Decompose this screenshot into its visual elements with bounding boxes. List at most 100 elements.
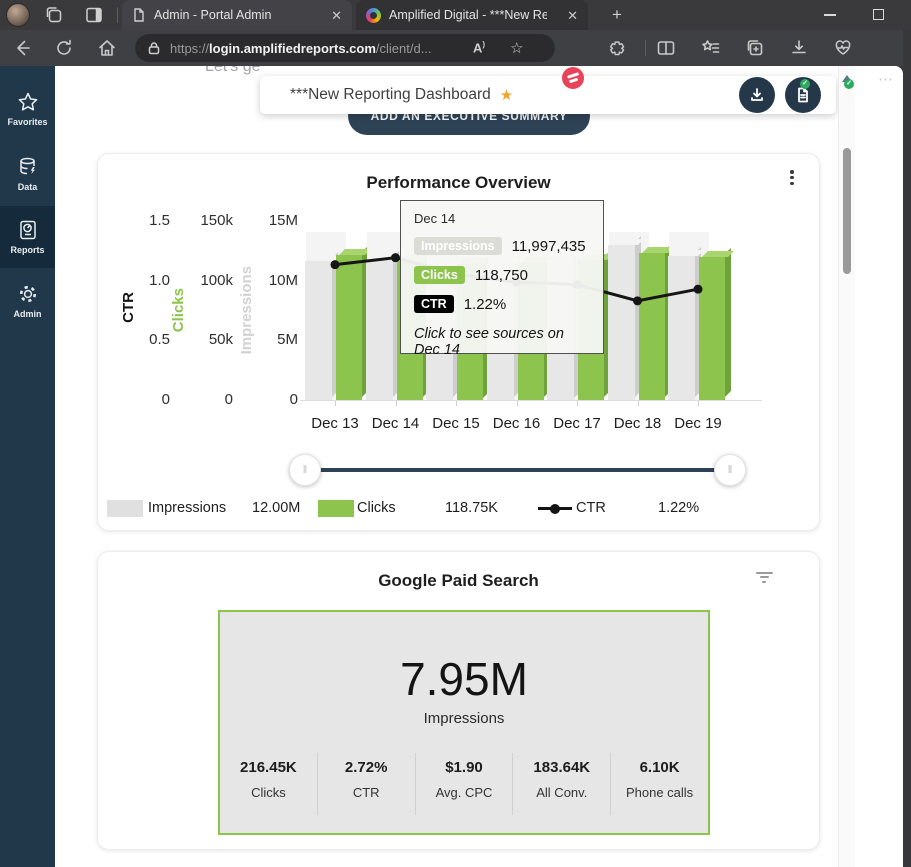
axis-tick: 0 [110, 391, 170, 409]
page-scrollbar-thumb[interactable] [843, 148, 851, 274]
ctr-legend-symbol[interactable] [538, 507, 572, 510]
dashboard-title: ***New Reporting Dashboard [290, 86, 491, 104]
sidebar-item-favorites[interactable]: Favorites [0, 78, 55, 140]
url-domain: login.amplifiedreports.com [209, 41, 376, 56]
range-slider-handle-left[interactable]: ‖ [289, 454, 321, 486]
home-icon[interactable] [97, 38, 117, 58]
settings-more-icon[interactable]: ⋯ [878, 70, 894, 88]
url-scheme: https:// [170, 41, 209, 56]
range-slider-handle-right[interactable]: ‖ [714, 454, 746, 486]
stat-avg-cpc: $1.90 Avg. CPC [415, 753, 513, 815]
tooltip-row-ctr: CTR 1.22% [414, 295, 590, 313]
axis-tick: 0 [238, 391, 298, 409]
downloads-icon[interactable] [789, 38, 809, 58]
tooltip-footer: Click to see sources on Dec 14 [414, 326, 590, 358]
address-bar[interactable]: https://login.amplifiedreports.com/clien… [135, 34, 555, 62]
axis-tick: 100k [173, 272, 233, 290]
sidebar-item-reports[interactable]: Reports [0, 206, 55, 268]
star-icon [17, 91, 39, 113]
url-text: https://login.amplifiedreports.com/clien… [170, 41, 432, 56]
add-favorite-star-icon[interactable]: ☆ [510, 39, 523, 57]
window-edge [903, 30, 911, 867]
kebab-menu-icon[interactable] [783, 168, 801, 192]
sidebar-item-label: Admin [14, 309, 42, 319]
collections-icon[interactable] [745, 38, 765, 58]
stat-all-conv: 183.64K All Conv. [512, 753, 610, 815]
sidebar-item-data[interactable]: Data [0, 143, 55, 205]
stat-clicks: 216.45K Clicks [220, 753, 317, 815]
stat-value: 183.64K [513, 759, 610, 776]
extension-red-icon[interactable] [562, 67, 584, 89]
tab-close-icon[interactable]: ✕ [331, 9, 342, 22]
google-stats-row: 216.45K Clicks 2.72% CTR $1.90 Avg. CPC … [220, 753, 708, 815]
new-tab-button[interactable]: + [606, 4, 628, 26]
chart-tooltip[interactable]: Dec 14 Impressions 11,997,435 Clicks 118… [400, 200, 604, 354]
x-axis-label: Dec 14 [365, 415, 427, 432]
tab-amplified-digital[interactable]: Amplified Digital - ***New Repor ✕ [356, 0, 588, 30]
read-aloud-icon[interactable]: A) [473, 40, 485, 55]
download-complete-badge: ✓ [800, 79, 810, 89]
axis-tick: 10M [238, 272, 298, 290]
tooltip-clicks-value: 118,750 [475, 267, 528, 284]
window-maximize-button[interactable] [873, 9, 884, 20]
impressions-legend-swatch[interactable] [107, 500, 143, 517]
filter-icon[interactable] [755, 572, 773, 586]
legend-ctr-label[interactable]: CTR [576, 500, 606, 516]
workspaces-icon[interactable] [44, 5, 64, 25]
tab-admin-portal[interactable]: Admin - Portal Admin ✕ [122, 0, 352, 30]
impressions-chip: Impressions [414, 237, 502, 255]
toolbar-divider [645, 40, 646, 56]
back-icon[interactable] [12, 38, 32, 58]
google-main-value: 7.95M [220, 652, 708, 706]
stat-label: Avg. CPC [416, 785, 513, 800]
x-axis-label: Dec 13 [304, 415, 366, 432]
gear-icon [17, 283, 39, 305]
axis-tick: 5M [238, 331, 298, 349]
tooltip-row-clicks: Clicks 118,750 [414, 266, 590, 284]
stat-label: CTR [318, 785, 415, 800]
sidebar-item-admin[interactable]: Admin [0, 270, 55, 332]
clicks-chip: Clicks [414, 266, 465, 284]
window-minimize-button[interactable] [824, 14, 836, 16]
tab-title: Admin - Portal Admin [154, 8, 271, 22]
refresh-icon[interactable] [54, 38, 74, 58]
clicks-legend-swatch[interactable] [318, 500, 354, 517]
tab-actions-icon[interactable] [84, 5, 104, 25]
essentials-badge: ✓ [844, 79, 854, 89]
axis-tick: 0.5 [110, 331, 170, 349]
extensions-icon[interactable] [607, 38, 627, 58]
ctr-point[interactable] [694, 285, 703, 294]
browser-window: Let's ge Performance Overview CTR Clicks… [0, 0, 911, 867]
performance-card-title: Performance Overview [98, 173, 819, 193]
ctr-point[interactable] [633, 296, 642, 305]
browser-essentials-icon[interactable] [833, 38, 853, 58]
x-axis-label: Dec 15 [425, 415, 487, 432]
legend-clicks-value: 118.75K [445, 500, 498, 516]
stat-label: Clicks [220, 785, 317, 800]
ctr-axis-title: CTR [120, 292, 137, 323]
tab-close-icon[interactable]: ✕ [567, 9, 578, 22]
ctr-chip: CTR [414, 295, 454, 313]
page-icon [132, 8, 146, 22]
stat-value: 2.72% [318, 759, 415, 776]
ctr-point[interactable] [331, 260, 340, 269]
lock-icon[interactable] [147, 41, 161, 55]
ctr-point[interactable] [391, 253, 400, 262]
favorites-bar-icon[interactable] [701, 38, 721, 58]
axis-tick: 150k [173, 212, 233, 230]
profile-avatar[interactable] [6, 3, 30, 27]
favorite-star-icon[interactable]: ★ [500, 86, 513, 104]
legend-clicks-label[interactable]: Clicks [357, 500, 396, 516]
legend-impressions-label[interactable]: Impressions [148, 500, 226, 516]
split-screen-icon[interactable] [656, 38, 676, 58]
download-button[interactable] [739, 77, 775, 113]
x-axis-label: Dec 19 [667, 415, 729, 432]
range-slider-track[interactable] [305, 468, 730, 472]
window-corner [893, 66, 903, 76]
stat-label: All Conv. [513, 785, 610, 800]
axis-tick: 50k [173, 331, 233, 349]
report-icon [17, 219, 39, 241]
sidebar-item-label: Data [18, 182, 38, 192]
app-sidebar: Favorites Data Reports Admin [0, 66, 55, 867]
tab-divider [117, 7, 118, 23]
